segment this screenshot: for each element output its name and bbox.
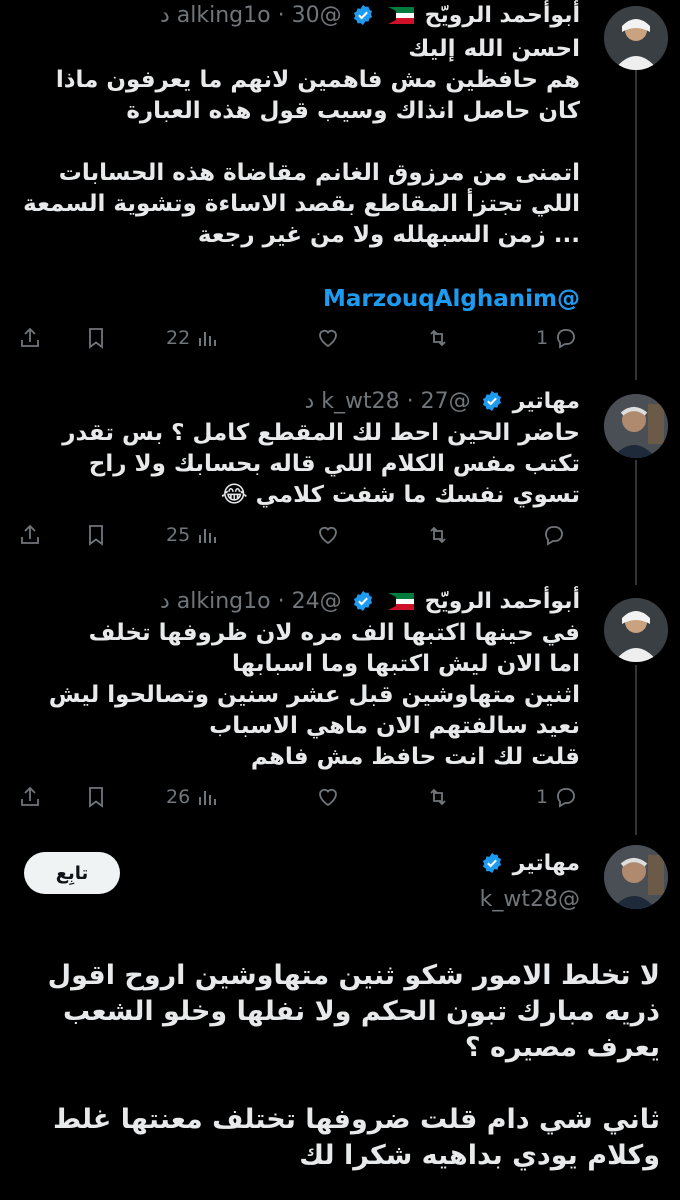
reply-icon (557, 788, 575, 808)
views-icon (199, 332, 217, 346)
reply-icon (545, 526, 563, 546)
display-name[interactable]: أبوأحمد الرويّح (425, 589, 580, 614)
avatar[interactable] (604, 845, 668, 909)
verified-icon (352, 4, 374, 26)
tweet-actions: 22 1 (18, 323, 578, 353)
retweet-icon (430, 788, 446, 806)
like-icon (319, 526, 337, 545)
verified-icon (481, 390, 503, 412)
bookmark-icon (89, 525, 103, 546)
share-icon (21, 524, 39, 544)
tweet-actions: 26 1 (18, 782, 578, 812)
tweet-header: أبوأحمد الرويّح @alking1o · 24 د (160, 588, 580, 616)
avatar[interactable] (604, 6, 668, 70)
like-button[interactable] (316, 520, 340, 550)
views-button[interactable]: 26 (166, 782, 220, 812)
reply-icon (557, 329, 575, 349)
share-icon (21, 327, 39, 347)
bookmark-button[interactable] (84, 520, 108, 550)
thread-line (635, 460, 637, 585)
tweet-text: احسن الله إليك هم حافظين مش فاهمين لانهم… (23, 36, 580, 248)
verified-icon (352, 590, 374, 612)
verified-icon (481, 852, 503, 874)
tweet-text: في حينها اكتبها الف مره لان ظروفها تخلف … (48, 620, 580, 770)
separator: · (277, 3, 285, 28)
like-icon (319, 788, 337, 807)
tweet-header: مهاتير @k_wt28 · 27 د (305, 388, 581, 416)
display-name[interactable]: مهاتير (513, 851, 580, 876)
retweet-button[interactable] (426, 323, 450, 353)
mention-link[interactable]: @MarzouqAlghanim (20, 284, 580, 315)
bookmark-button[interactable] (84, 782, 108, 812)
share-icon (21, 786, 39, 806)
tweet-header: مهاتير (478, 850, 580, 878)
views-count: 25 (166, 524, 191, 546)
reply-button[interactable]: 1 (536, 323, 578, 353)
kuwait-flag-icon (387, 4, 414, 24)
share-button[interactable] (18, 782, 42, 812)
views-button[interactable]: 22 (166, 323, 220, 353)
thread-line (635, 70, 637, 380)
retweet-button[interactable] (426, 520, 450, 550)
retweet-icon (430, 329, 446, 347)
handle[interactable]: @k_wt28 (480, 886, 580, 914)
reply-button[interactable] (536, 520, 566, 550)
retweet-icon (430, 526, 446, 544)
reply-count: 1 (536, 327, 549, 349)
tweet-actions: 25 (18, 520, 578, 550)
avatar[interactable] (604, 598, 668, 662)
reply-button[interactable]: 1 (536, 782, 578, 812)
bookmark-icon (89, 328, 103, 349)
display-name[interactable]: أبوأحمد الرويّح (425, 3, 580, 28)
share-button[interactable] (18, 323, 42, 353)
tweet-text: حاضر الحين احط لك المقطع كامل ؟ بس تقدر … (62, 420, 580, 508)
bookmark-button[interactable] (84, 323, 108, 353)
handle[interactable]: @k_wt28 (321, 389, 470, 414)
display-name[interactable]: مهاتير (513, 389, 580, 414)
separator: · (277, 589, 285, 614)
thread-line (635, 665, 637, 835)
like-icon (319, 329, 337, 348)
like-button[interactable] (316, 323, 340, 353)
separator: · (406, 389, 414, 414)
follow-button[interactable]: تابِع (24, 852, 120, 894)
views-count: 26 (166, 786, 191, 808)
share-button[interactable] (18, 520, 42, 550)
bookmark-icon (89, 787, 103, 808)
avatar[interactable] (604, 394, 668, 458)
reply-count: 1 (536, 786, 549, 808)
views-count: 22 (166, 327, 191, 349)
tweet-text: لا تخلط الامور شكو ثنين متهاوشين اروح اق… (47, 960, 660, 1171)
views-icon (199, 529, 217, 543)
kuwait-flag-icon (387, 590, 414, 610)
retweet-button[interactable] (426, 782, 450, 812)
tweet-header: أبوأحمد الرويّح @alking1o · 30 د (160, 2, 580, 30)
views-icon (199, 791, 217, 805)
like-button[interactable] (316, 782, 340, 812)
views-button[interactable]: 25 (166, 520, 220, 550)
